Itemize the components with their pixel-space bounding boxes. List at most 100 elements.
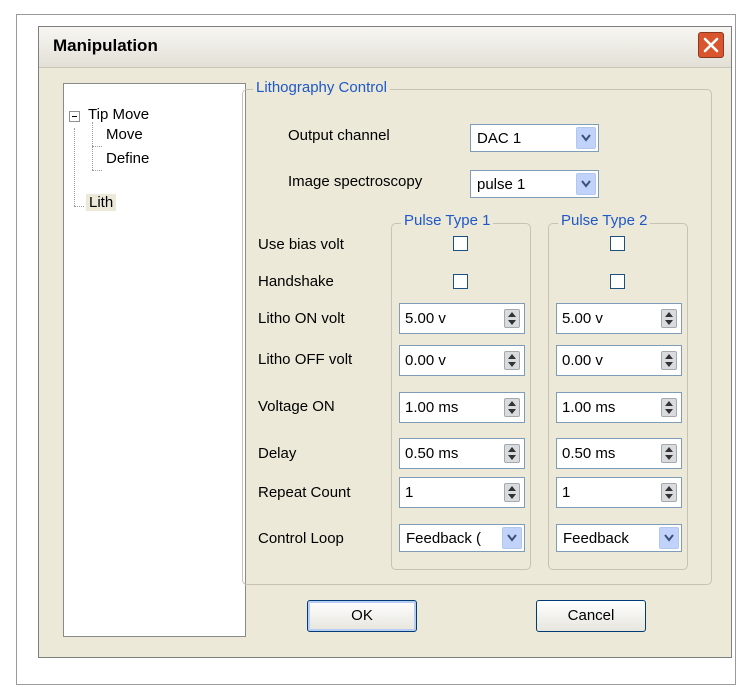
pulse2-handshake-checkbox[interactable] [610, 274, 625, 289]
tree-connector [74, 128, 75, 206]
image-spectroscopy-dropdown-button[interactable] [576, 173, 596, 195]
spin-down-icon [508, 409, 516, 414]
spin-down-icon [665, 409, 673, 414]
dialog-title: Manipulation [53, 36, 158, 55]
spin-up-icon [665, 401, 673, 406]
spin-up-icon [508, 401, 516, 406]
pulse2-litho-off-volt-value: 0.00 v [562, 352, 603, 369]
pulse1-use-bias-volt-checkbox[interactable] [453, 236, 468, 251]
close-button[interactable] [698, 32, 724, 58]
pulse2-litho-on-volt-input[interactable]: 5.00 v [556, 303, 682, 334]
spin-up-icon [665, 312, 673, 317]
delay-label: Delay [258, 445, 297, 462]
pulse1-control-loop-select[interactable]: Feedback ( [399, 524, 525, 552]
litho-off-volt-label: Litho OFF volt [258, 351, 353, 368]
repeat-count-label: Repeat Count [258, 484, 351, 501]
output-channel-value: DAC 1 [477, 130, 522, 147]
pulse2-use-bias-volt-checkbox[interactable] [610, 236, 625, 251]
cancel-button[interactable]: Cancel [536, 600, 646, 632]
tree-connector [92, 146, 102, 147]
pulse2-repeat-count-input[interactable]: 1 [556, 477, 682, 508]
spin-up-icon [665, 447, 673, 452]
chevron-down-icon [507, 534, 517, 542]
pulse1-delay-value: 0.50 ms [405, 445, 459, 462]
spin-up-icon [508, 486, 516, 491]
pulse2-delay-stepper[interactable] [661, 444, 677, 463]
tree-item-move[interactable]: Move [106, 126, 143, 143]
use-bias-volt-label: Use bias volt [258, 236, 344, 253]
spin-down-icon [508, 455, 516, 460]
output-channel-dropdown-button[interactable] [576, 127, 596, 149]
pulse2-delay-value: 0.50 ms [562, 445, 616, 462]
spin-up-icon [508, 354, 516, 359]
pulse1-voltage-on-input[interactable]: 1.00 ms [399, 392, 525, 423]
pulse2-repeat-count-value: 1 [562, 484, 571, 501]
title-bar[interactable]: Manipulation [39, 27, 731, 68]
pulse1-litho-off-volt-input[interactable]: 0.00 v [399, 345, 525, 376]
image-spectroscopy-select[interactable]: pulse 1 [470, 170, 599, 198]
collapse-icon[interactable] [69, 111, 80, 122]
pulse2-control-loop-value: Feedback [563, 530, 629, 547]
pulse1-repeat-count-input[interactable]: 1 [399, 477, 525, 508]
spin-up-icon [508, 447, 516, 452]
manipulation-dialog: Manipulation Tip Move Move Define Lith L… [38, 26, 732, 658]
pulse1-litho-on-volt-input[interactable]: 5.00 v [399, 303, 525, 334]
pulse2-voltage-on-value: 1.00 ms [562, 399, 616, 416]
pulse2-control-loop-dropdown-button[interactable] [659, 527, 679, 549]
spin-down-icon [665, 455, 673, 460]
output-channel-label: Output channel [288, 127, 390, 144]
spin-down-icon [665, 362, 673, 367]
pulse2-litho-off-volt-stepper[interactable] [661, 351, 677, 370]
pulse1-repeat-count-stepper[interactable] [504, 483, 520, 502]
pulse2-litho-off-volt-input[interactable]: 0.00 v [556, 345, 682, 376]
litho-on-volt-label: Litho ON volt [258, 310, 345, 327]
pulse1-control-loop-value: Feedback ( [406, 530, 482, 547]
voltage-on-label: Voltage ON [258, 398, 335, 415]
spin-up-icon [665, 354, 673, 359]
spin-down-icon [665, 320, 673, 325]
chevron-down-icon [664, 534, 674, 542]
tree-item-lith[interactable]: Lith [86, 194, 117, 211]
output-channel-select[interactable]: DAC 1 [470, 124, 599, 152]
tree-item-define[interactable]: Define [106, 150, 149, 167]
ok-button[interactable]: OK [307, 600, 417, 632]
pulse-type-1-title: Pulse Type 1 [401, 212, 494, 229]
spin-down-icon [508, 494, 516, 499]
pulse2-repeat-count-stepper[interactable] [661, 483, 677, 502]
tree-item-tip-move[interactable]: Tip Move [88, 106, 149, 123]
pulse1-litho-on-volt-stepper[interactable] [504, 309, 520, 328]
navigation-tree[interactable]: Tip Move Move Define Lith [63, 83, 246, 637]
pulse1-voltage-on-stepper[interactable] [504, 398, 520, 417]
pulse1-delay-input[interactable]: 0.50 ms [399, 438, 525, 469]
spin-down-icon [508, 362, 516, 367]
pulse1-delay-stepper[interactable] [504, 444, 520, 463]
pulse1-litho-on-volt-value: 5.00 v [405, 310, 446, 327]
spin-up-icon [665, 486, 673, 491]
spin-down-icon [508, 320, 516, 325]
tree-connector [92, 170, 102, 171]
pulse1-litho-off-volt-value: 0.00 v [405, 352, 446, 369]
pulse1-litho-off-volt-stepper[interactable] [504, 351, 520, 370]
pulse1-repeat-count-value: 1 [405, 484, 414, 501]
pulse2-litho-on-volt-value: 5.00 v [562, 310, 603, 327]
control-loop-label: Control Loop [258, 530, 344, 547]
close-icon [703, 37, 719, 53]
pulse1-handshake-checkbox[interactable] [453, 274, 468, 289]
pulse2-delay-input[interactable]: 0.50 ms [556, 438, 682, 469]
tree-connector [74, 206, 84, 207]
pulse2-voltage-on-input[interactable]: 1.00 ms [556, 392, 682, 423]
chevron-down-icon [581, 180, 591, 188]
image-spectroscopy-label: Image spectroscopy [288, 173, 423, 190]
pulse1-voltage-on-value: 1.00 ms [405, 399, 459, 416]
pulse2-litho-on-volt-stepper[interactable] [661, 309, 677, 328]
spin-up-icon [508, 312, 516, 317]
pulse-type-2-title: Pulse Type 2 [558, 212, 651, 229]
pulse2-voltage-on-stepper[interactable] [661, 398, 677, 417]
lithography-control-title: Lithography Control [253, 79, 390, 96]
pulse2-control-loop-select[interactable]: Feedback [556, 524, 682, 552]
chevron-down-icon [581, 134, 591, 142]
image-spectroscopy-value: pulse 1 [477, 176, 526, 193]
pulse1-control-loop-dropdown-button[interactable] [502, 527, 522, 549]
handshake-label: Handshake [258, 273, 334, 290]
spin-down-icon [665, 494, 673, 499]
